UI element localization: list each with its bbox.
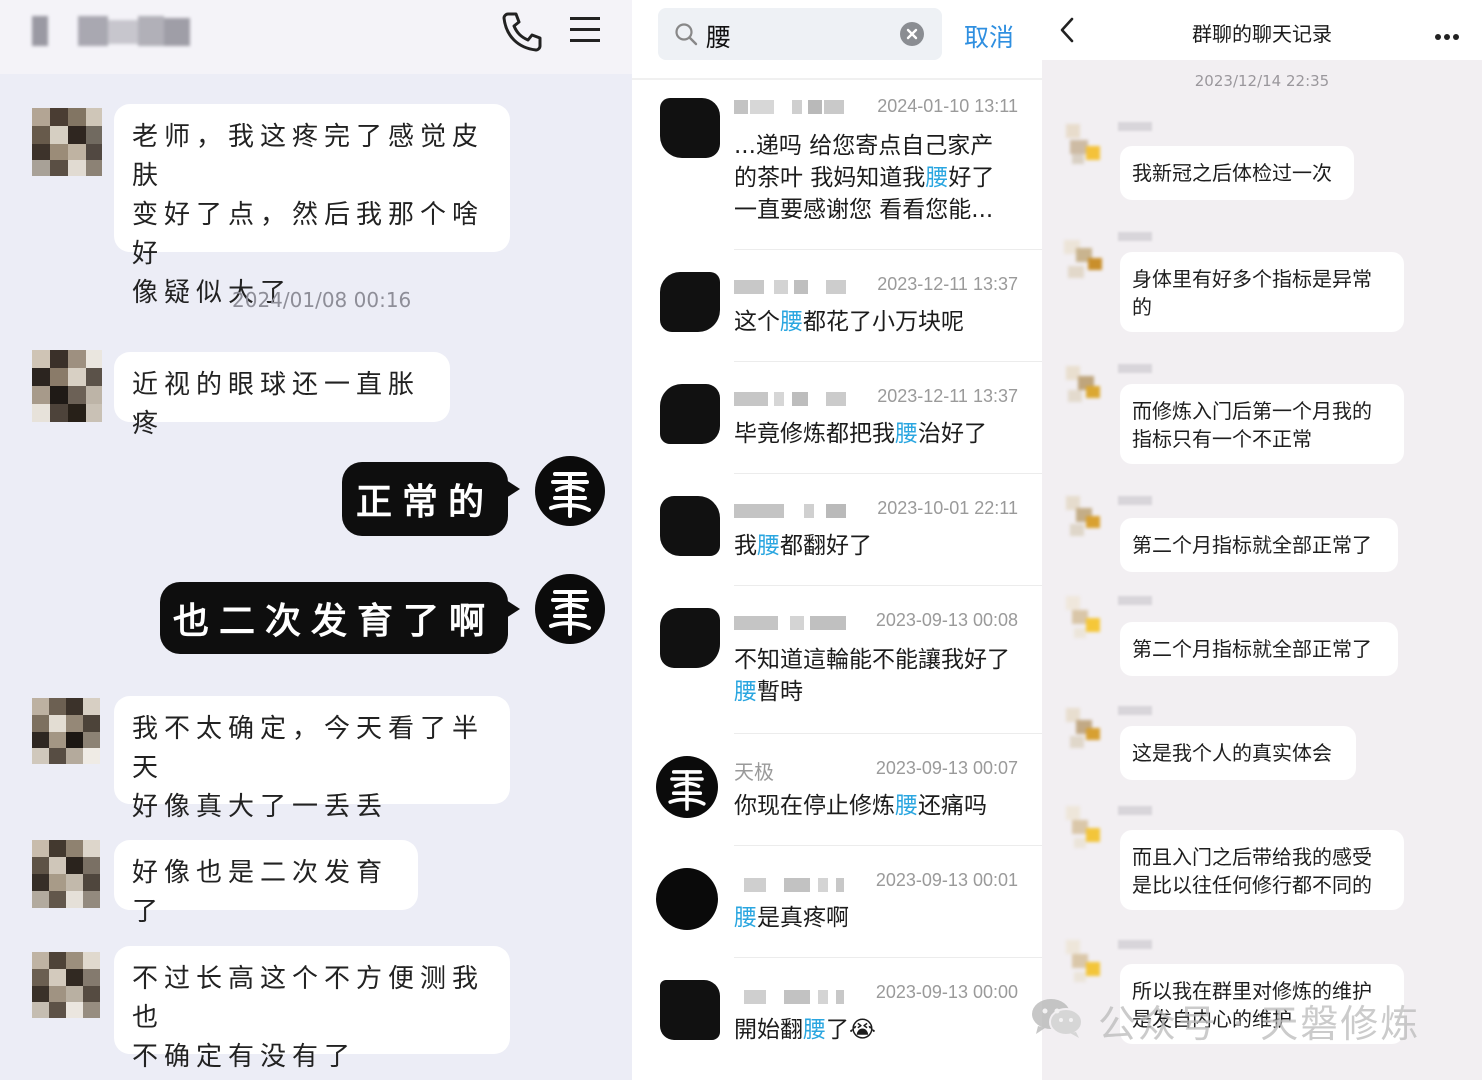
wechat-icon	[1030, 996, 1086, 1044]
message-bubble[interactable]: 不过长高这个不方便测我也 不确定有没有了	[114, 946, 510, 1072]
history-timestamp: 2023/12/14 22:35	[1194, 72, 1330, 90]
sender-name-blurred	[1118, 596, 1152, 605]
avatar[interactable]	[1060, 494, 1108, 542]
sender-name-blurred	[734, 392, 846, 406]
message-bubble-self[interactable]: 也二次发育了啊	[160, 582, 520, 654]
history-message[interactable]: 我新冠之后体检过一次	[1120, 146, 1354, 200]
menu-icon[interactable]	[568, 14, 602, 50]
chat-panel: 老师，我这疼完了感觉皮肤 变好了点，然后我那个啥好 像疑似大了 2024/01/…	[0, 0, 632, 1080]
avatar[interactable]	[32, 840, 100, 908]
message-bubble[interactable]: 近视的眼球还一直胀疼	[114, 352, 450, 439]
message-bubble[interactable]: 好像也是二次发育了	[114, 840, 418, 927]
search-result-item[interactable]: 2023-12-11 13:37 这个腰都花了小万块呢	[632, 250, 1042, 362]
sender-name-blurred	[734, 504, 846, 518]
avatar	[660, 980, 720, 1040]
avatar[interactable]	[1060, 238, 1108, 286]
avatar[interactable]	[32, 698, 100, 764]
sender-name: 天极	[734, 760, 774, 784]
history-title: 群聊的聊天记录	[1192, 22, 1332, 46]
sender-name-blurred	[1118, 122, 1152, 131]
phone-icon[interactable]	[500, 10, 544, 56]
search-result-item[interactable]: 2023-12-11 13:37 毕竟修炼都把我腰治好了	[632, 362, 1042, 474]
history-header: 群聊的聊天记录	[1042, 0, 1482, 60]
history-message[interactable]: 这是我个人的真实体会	[1120, 726, 1356, 780]
watermark: 公众号 · 天磐修炼	[1030, 990, 1420, 1050]
chat-history-panel: 群聊的聊天记录 2023/12/14 22:35 我新冠之后体检过一次 身体里有…	[1042, 0, 1482, 1080]
seal-avatar[interactable]	[535, 574, 605, 644]
avatar	[660, 496, 720, 556]
sender-name-blurred	[1118, 806, 1152, 815]
search-bar[interactable]: 腰	[658, 8, 942, 60]
contact-name-blurred	[30, 14, 200, 48]
history-message[interactable]: 第二个月指标就全部正常了	[1120, 622, 1398, 676]
sender-name-blurred	[1118, 496, 1152, 505]
sender-name-blurred	[734, 616, 846, 630]
avatar	[660, 384, 720, 444]
search-input[interactable]: 腰	[706, 18, 731, 54]
history-message[interactable]: 而修炼入门后第一个月我的 指标只有一个不正常	[1120, 384, 1404, 464]
clear-icon[interactable]	[900, 22, 924, 46]
result-time: 2023-09-13 00:01	[875, 870, 1018, 890]
cancel-button[interactable]: 取消	[964, 18, 1014, 54]
avatar[interactable]	[32, 350, 102, 422]
sender-name-blurred	[1118, 232, 1152, 241]
watermark-text: 公众号 · 天磐修炼	[1098, 1001, 1421, 1046]
avatar[interactable]	[1060, 362, 1108, 410]
avatar	[660, 272, 720, 332]
search-result-item[interactable]: 2023-09-13 00:01 腰是真疼啊	[632, 846, 1042, 958]
seal-avatar[interactable]	[535, 456, 605, 526]
message-bubble[interactable]: 我不太确定，今天看了半天 好像真大了一丢丢	[114, 696, 510, 822]
result-snippet: 開始翻腰了😭	[734, 1017, 876, 1043]
search-result-item[interactable]: 2023-09-13 00:00 開始翻腰了😭	[632, 958, 1042, 1080]
seal-avatar	[656, 756, 718, 818]
avatar[interactable]	[1060, 940, 1108, 988]
result-time: 2023-12-11 13:37	[877, 274, 1018, 294]
message-bubble-self[interactable]: 正常的	[342, 462, 520, 536]
search-result-item[interactable]: 天极 2023-09-13 00:07 你现在停止修炼腰还痛吗	[632, 734, 1042, 846]
search-result-item[interactable]: 2024-01-10 13:11 ...递吗 给您寄点自己家产的茶叶 我妈知道我…	[632, 82, 1042, 250]
search-result-item[interactable]: 2023-09-13 00:08 不知道這輪能不能讓我好了腰暫時	[632, 586, 1042, 734]
result-time: 2023-09-13 00:07	[875, 758, 1018, 778]
result-snippet: 这个腰都花了小万块呢	[734, 309, 964, 335]
result-snippet: 不知道這輪能不能讓我好了腰暫時	[734, 647, 1010, 705]
chat-header	[0, 0, 632, 74]
result-time: 2023-12-11 13:37	[877, 386, 1018, 406]
search-icon	[674, 22, 698, 50]
sender-name-blurred	[734, 280, 846, 294]
sender-name-blurred	[1118, 364, 1152, 373]
avatar	[660, 98, 720, 158]
sender-name-blurred	[734, 990, 846, 1004]
sender-name-blurred	[734, 878, 846, 892]
avatar[interactable]	[1060, 706, 1108, 754]
avatar[interactable]	[32, 952, 100, 1018]
history-message[interactable]: 第二个月指标就全部正常了	[1120, 518, 1398, 572]
history-message[interactable]: 身体里有好多个指标是异常 的	[1120, 252, 1404, 332]
result-time: 2023-09-13 00:08	[875, 610, 1018, 630]
result-snippet: 我腰都翻好了	[734, 533, 872, 559]
sender-name-blurred	[734, 100, 846, 114]
chat-timestamp: 2024/01/08 00:16	[232, 288, 412, 312]
sender-name-blurred	[1118, 940, 1152, 949]
result-snippet: 毕竟修炼都把我腰治好了	[734, 421, 987, 447]
avatar[interactable]	[1060, 124, 1108, 172]
result-snippet: 你现在停止修炼腰还痛吗	[734, 793, 987, 819]
avatar[interactable]	[1060, 596, 1108, 644]
result-snippet: ...递吗 给您寄点自己家产的茶叶 我妈知道我腰好了一直要感谢您 看看您能...	[734, 133, 995, 223]
message-bubble[interactable]: 老师，我这疼完了感觉皮肤 变好了点，然后我那个啥好 像疑似大了	[114, 104, 510, 308]
avatar[interactable]	[32, 108, 102, 176]
result-snippet: 腰是真疼啊	[734, 905, 849, 931]
avatar[interactable]	[1060, 806, 1108, 854]
search-results-panel: 腰 取消 2024-01-10 13:11 ...递吗 给您寄点自己家产的茶叶 …	[632, 0, 1042, 1080]
more-icon[interactable]	[1434, 26, 1460, 45]
avatar	[660, 608, 720, 668]
result-time: 2024-01-10 13:11	[877, 96, 1018, 116]
result-time: 2023-09-13 00:00	[875, 982, 1018, 1002]
avatar	[656, 868, 718, 930]
sender-name-blurred	[1118, 706, 1152, 715]
result-time: 2023-10-01 22:11	[877, 498, 1018, 518]
history-message[interactable]: 而且入门之后带给我的感受 是比以往任何修行都不同的	[1120, 830, 1404, 910]
search-result-item[interactable]: 2023-10-01 22:11 我腰都翻好了	[632, 474, 1042, 586]
